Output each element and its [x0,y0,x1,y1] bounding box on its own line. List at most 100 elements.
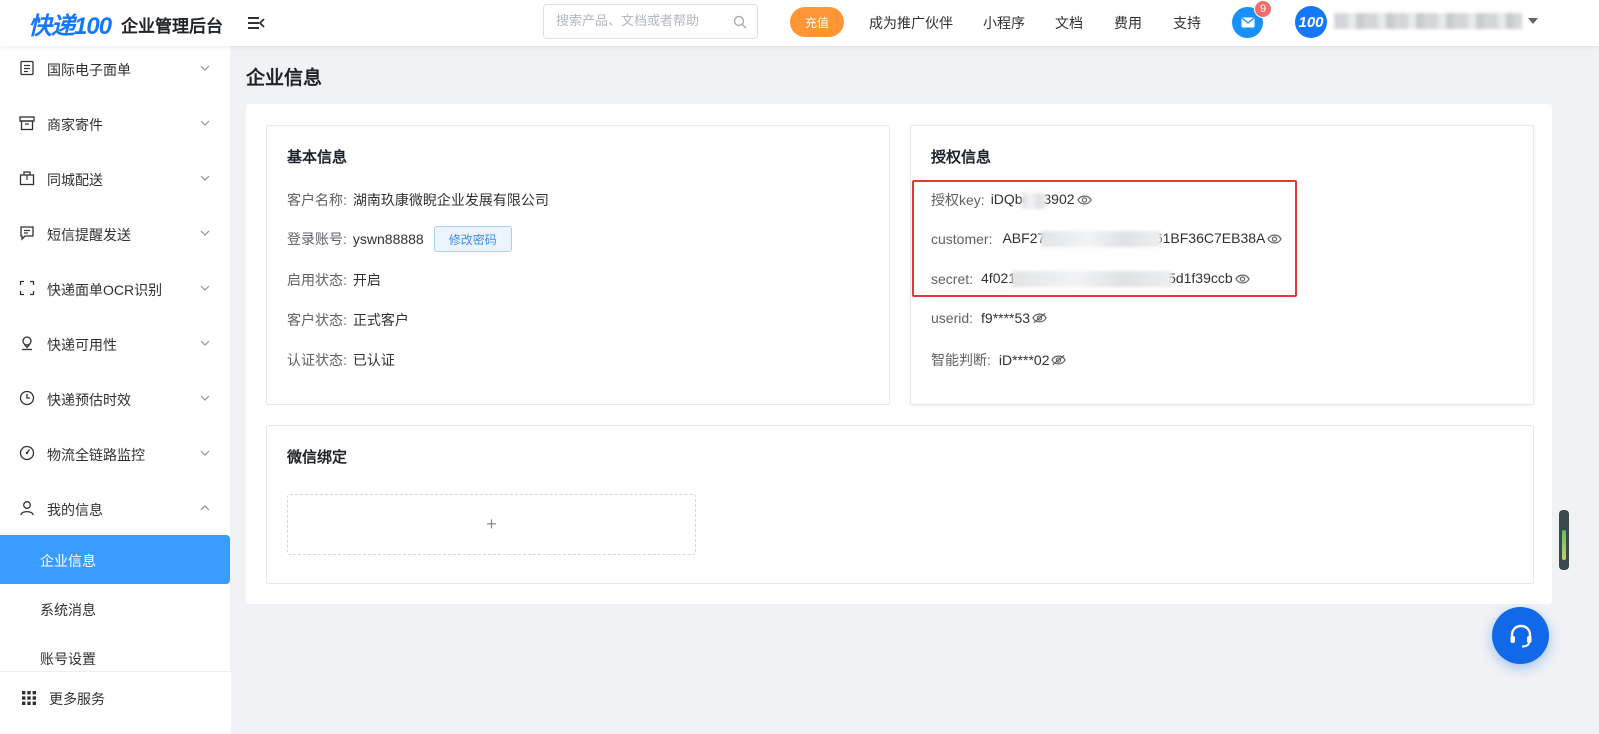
nav-docs-link[interactable]: 文档 [1055,13,1083,33]
nav-miniprogram-link[interactable]: 小程序 [983,13,1025,33]
sidebar-item-label: 物流全链路监控 [47,447,145,463]
sidebar-item-merchant-shipping[interactable]: 商家寄件 [0,103,231,143]
wechat-binding-title: 微信绑定 [287,449,348,466]
sidebar-subitem-label: 系统消息 [40,602,96,618]
scan-frame-icon [19,280,35,296]
sidebar-item-label: 商家寄件 [47,117,103,133]
userid-field: userid: f9****53 [931,310,1047,326]
mail-icon [1241,17,1254,28]
eye-off-icon[interactable] [1032,312,1047,324]
more-services-button[interactable]: 更多服务 [0,671,231,734]
smart-judgement-field: 智能判断: iD****02 [931,350,1067,370]
search-input[interactable] [556,13,726,28]
app-title: 企业管理后台 [121,17,223,36]
sidebar-item-label: 快递可用性 [47,337,117,353]
enable-status-value: 开启 [352,272,381,288]
brand-logo[interactable]: 快递100 [28,8,112,40]
sidebar-item-label: 同城配送 [47,172,103,188]
basic-info-title: 基本信息 [287,149,348,166]
customer-status-value: 正式客户 [352,312,409,328]
chevron-down-icon [200,230,210,236]
caret-down-icon[interactable] [1528,18,1538,24]
document-list-icon [20,60,34,76]
sidebar-item-label: 我的信息 [47,502,103,518]
field-label: userid: [931,310,974,326]
sidebar-item-intl-waybill[interactable]: 国际电子面单 [0,48,231,88]
field-label: 客户名称: [287,192,347,208]
logo-text: 快递100 [28,12,112,40]
search-icon[interactable] [733,15,747,29]
sidebar-subitem-label: 企业信息 [40,553,96,569]
menu-collapse-icon[interactable] [246,13,266,33]
user-name-blurred[interactable] [1334,13,1522,29]
plus-icon: + [486,514,497,534]
highlight-annotation [912,180,1297,297]
grid-icon [22,691,36,705]
more-services-label: 更多服务 [49,691,105,707]
field-label: 智能判断: [931,352,991,368]
change-password-button[interactable]: 修改密码 [433,226,512,252]
sidebar-item-label: 快递面单OCR识别 [47,282,163,298]
field-label: 认证状态: [287,352,347,368]
sidebar-item-label: 国际电子面单 [47,62,131,78]
customer-service-button[interactable] [1492,607,1549,664]
sidebar-item-monitoring[interactable]: 物流全链路监控 [0,433,231,473]
message-icon [20,226,34,241]
search-box[interactable] [543,4,758,39]
sidebar-item-availability[interactable]: 快递可用性 [0,323,231,363]
enable-status-field: 启用状态: 开启 [287,270,381,290]
sidebar-item-label: 快递预估时效 [47,392,131,408]
side-widget-bar [1562,530,1566,560]
userid-value: f9****53 [981,310,1031,326]
chevron-down-icon [200,450,210,456]
field-label: 登录账号: [287,231,347,247]
nav-fees-link[interactable]: 费用 [1114,13,1142,33]
sidebar-item-ocr[interactable]: 快递面单OCR识别 [0,268,231,308]
recharge-button[interactable]: 充值 [790,7,844,37]
main-panel: 基本信息 客户名称: 湖南玖康微睨企业发展有限公司 登录账号: yswn8888… [246,104,1552,604]
nav-partner-link[interactable]: 成为推广伙伴 [869,13,953,33]
customer-name-field: 客户名称: 湖南玖康微睨企业发展有限公司 [287,190,549,210]
archive-box-icon [19,116,35,131]
chevron-down-icon [200,285,210,291]
basic-info-card: 基本信息 客户名称: 湖南玖康微睨企业发展有限公司 登录账号: yswn8888… [266,125,890,405]
auth-status-value: 已认证 [352,352,395,368]
sidebar-subitem-company-info[interactable]: 企业信息 [0,535,230,584]
mail-badge: 9 [1254,0,1272,18]
side-widget[interactable] [1559,510,1569,570]
chevron-down-icon [200,65,210,71]
sidebar-item-label: 短信提醒发送 [47,227,131,243]
smart-judgement-value: iD****02 [998,352,1050,368]
eye-off-icon[interactable] [1051,354,1067,366]
sidebar-item-same-city[interactable]: 同城配送 [0,158,231,198]
sidebar-item-sms[interactable]: 短信提醒发送 [0,213,231,253]
chevron-down-icon [200,340,210,346]
chevron-down-icon [200,120,210,126]
sidebar-item-eta[interactable]: 快递预估时效 [0,378,231,418]
wechat-binding-card: 微信绑定 + [266,425,1534,584]
login-account-value: yswn88888 [352,231,424,247]
avatar[interactable]: 100 [1295,6,1327,38]
customer-name-value: 湖南玖康微睨企业发展有限公司 [352,192,549,208]
top-header: 快递100 企业管理后台 充值 成为推广伙伴 小程序 文档 费用 支持 9 10… [0,0,1599,46]
package-icon [19,171,35,186]
chevron-down-icon [200,395,210,401]
login-account-field: 登录账号: yswn88888 修改密码 [287,226,512,252]
sidebar-item-my-info[interactable]: 我的信息 [0,488,231,528]
sidebar: 国际电子面单 商家寄件 同城配送 短信提醒发送 快递面单OCR识别 快递可用性 … [0,46,231,734]
nav-support-link[interactable]: 支持 [1173,13,1201,33]
field-label: 客户状态: [287,312,347,328]
user-icon [20,501,34,516]
field-label: 启用状态: [287,272,347,288]
chevron-down-icon [200,175,210,181]
page-title: 企业信息 [246,68,323,89]
auth-info-title: 授权信息 [931,149,992,166]
clock-icon [19,390,35,406]
location-pin-icon [22,336,32,351]
chevron-up-icon [200,505,210,511]
sidebar-subitem-system-messages[interactable]: 系统消息 [0,584,231,633]
add-wechat-binding-button[interactable]: + [287,494,696,555]
gauge-icon [19,445,35,461]
auth-status-field: 认证状态: 已认证 [287,350,395,370]
customer-status-field: 客户状态: 正式客户 [287,310,409,330]
